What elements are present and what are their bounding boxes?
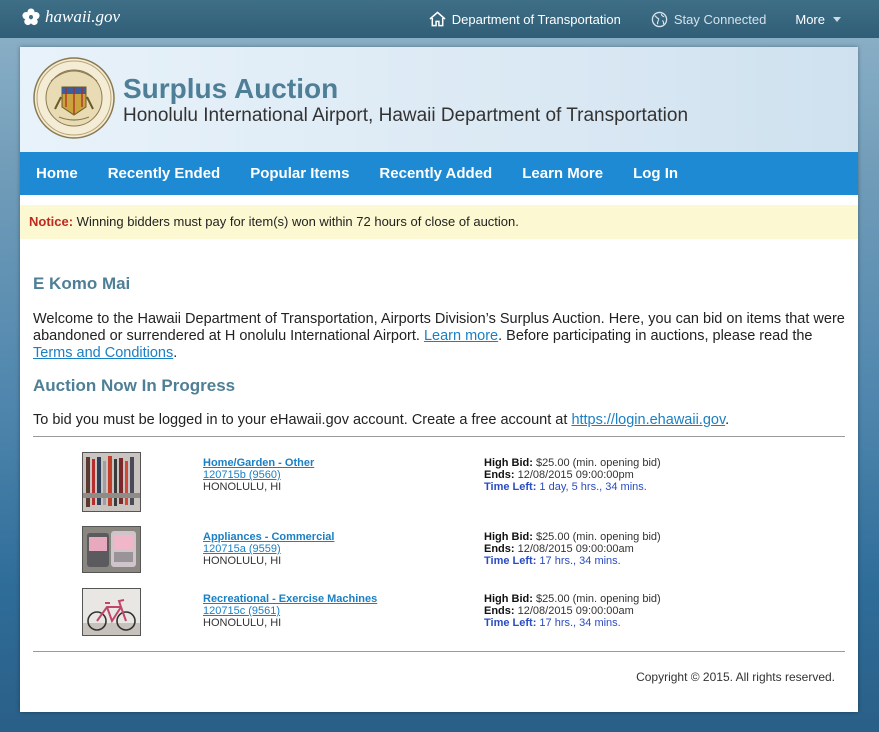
auction-text-part: . — [725, 412, 730, 428]
nav-home[interactable]: Home — [36, 165, 78, 182]
item-thumbnail[interactable] — [82, 588, 141, 636]
main-panel: Surplus Auction Honolulu International A… — [20, 47, 858, 712]
high-bid-label: High Bid: — [484, 531, 533, 543]
high-bid: High Bid: $25.00 (min. opening bid) — [484, 457, 661, 469]
notice-banner: Notice: Winning bidders must pay for ite… — [20, 205, 858, 239]
item-location: HONOLULU, HI — [203, 555, 282, 567]
state-seal-icon — [33, 57, 115, 139]
learn-more-link[interactable]: Learn more — [424, 328, 498, 344]
welcome-text-part: . Before participating in auctions, plea… — [498, 328, 813, 344]
site-title: Surplus Auction — [123, 73, 339, 104]
item-category-link[interactable]: Recreational - Exercise Machines — [203, 593, 377, 605]
ends: Ends: 12/08/2015 09:00:00am — [484, 605, 661, 617]
time-left-label: Time Left: — [484, 617, 537, 629]
main-nav: Home Recently Ended Popular Items Recent… — [20, 152, 858, 195]
divider — [33, 436, 845, 437]
notice-label: Notice: — [29, 214, 74, 229]
item-thumbnail[interactable] — [82, 452, 141, 512]
high-bid: High Bid: $25.00 (min. opening bid) — [484, 593, 661, 605]
high-bid-label: High Bid: — [484, 457, 533, 469]
ends-value: 12/08/2015 09:00:00am — [514, 605, 634, 617]
item-bid-info: High Bid: $25.00 (min. opening bid) Ends… — [484, 593, 661, 629]
welcome-text-part: . — [173, 345, 178, 361]
high-bid-value: $25.00 (min. opening bid) — [532, 593, 661, 605]
item-id-link[interactable]: 120715b (9560) — [203, 469, 314, 481]
top-nav: Department of Transportation Stay Connec… — [429, 0, 879, 38]
top-bar: hawaii.gov Department of Transportation … — [0, 0, 879, 38]
copyright: Copyright © 2015. All rights reserved. — [636, 670, 835, 684]
auction-heading: Auction Now In Progress — [33, 376, 236, 395]
item-location: HONOLULU, HI — [203, 617, 282, 629]
time-left: Time Left: 17 hrs., 34 mins. — [484, 617, 661, 629]
top-nav-label: Stay Connected — [673, 11, 767, 27]
appliances-image — [83, 527, 140, 572]
notice-text: Winning bidders must pay for item(s) won… — [73, 214, 519, 229]
tools-image — [83, 453, 140, 511]
hibiscus-icon — [22, 8, 40, 26]
time-left: Time Left: 17 hrs., 34 mins. — [484, 555, 661, 567]
item-category-link[interactable]: Home/Garden - Other — [203, 457, 314, 469]
welcome-text: Welcome to the Hawaii Department of Tran… — [33, 311, 845, 362]
high-bid: High Bid: $25.00 (min. opening bid) — [484, 531, 661, 543]
item-thumbnail[interactable] — [82, 526, 141, 573]
chevron-down-icon — [833, 16, 841, 22]
item-bid-info: High Bid: $25.00 (min. opening bid) Ends… — [484, 531, 661, 567]
nav-learn-more[interactable]: Learn More — [522, 165, 603, 182]
top-nav-more[interactable]: More — [795, 12, 841, 27]
globe-icon — [651, 11, 668, 27]
ends-label: Ends: — [484, 543, 515, 555]
ends-value: 12/08/2015 09:00:00am — [514, 543, 634, 555]
top-nav-transportation[interactable]: Department of Transportation — [429, 11, 621, 27]
terms-link[interactable]: Terms and Conditions — [33, 345, 173, 361]
item-category-link[interactable]: Appliances - Commercial — [203, 531, 334, 543]
item-location: HONOLULU, HI — [203, 481, 282, 493]
hawaii-gov-logo[interactable]: hawaii.gov — [22, 7, 120, 27]
ends-label: Ends: — [484, 469, 515, 481]
ends: Ends: 12/08/2015 09:00:00am — [484, 543, 661, 555]
site-header: Surplus Auction Honolulu International A… — [20, 47, 858, 152]
time-left-label: Time Left: — [484, 555, 537, 567]
nav-log-in[interactable]: Log In — [633, 165, 678, 182]
high-bid-value: $25.00 (min. opening bid) — [532, 457, 661, 469]
nav-recently-ended[interactable]: Recently Ended — [108, 165, 221, 182]
time-left-label: Time Left: — [484, 481, 537, 493]
ends-label: Ends: — [484, 605, 515, 617]
auction-item: Appliances - Commercial 120715a (9559) H… — [33, 525, 845, 587]
time-left-value: 17 hrs., 34 mins. — [536, 617, 621, 629]
nav-popular-items[interactable]: Popular Items — [250, 165, 349, 182]
top-nav-stay-connected[interactable]: Stay Connected — [651, 11, 767, 28]
divider — [33, 651, 845, 652]
auction-item: Home/Garden - Other 120715b (9560) HONOL… — [33, 451, 845, 513]
item-bid-info: High Bid: $25.00 (min. opening bid) Ends… — [484, 457, 661, 493]
top-nav-label: More — [795, 11, 825, 27]
bicycle-image — [83, 589, 140, 635]
auction-text: To bid you must be logged in to your eHa… — [33, 412, 729, 429]
time-left-value: 1 day, 5 hrs., 34 mins. — [536, 481, 647, 493]
high-bid-label: High Bid: — [484, 593, 533, 605]
time-left-value: 17 hrs., 34 mins. — [536, 555, 621, 567]
ends-value: 12/08/2015 09:00:00pm — [514, 469, 634, 481]
item-links: Recreational - Exercise Machines 120715c… — [203, 593, 377, 629]
item-links: Home/Garden - Other 120715b (9560) HONOL… — [203, 457, 314, 493]
home-icon — [429, 11, 446, 27]
item-links: Appliances - Commercial 120715a (9559) H… — [203, 531, 334, 567]
time-left: Time Left: 1 day, 5 hrs., 34 mins. — [484, 481, 661, 493]
ehawaii-login-link[interactable]: https://login.ehawaii.gov — [571, 412, 725, 428]
auction-text-part: To bid you must be logged in to your eHa… — [33, 412, 572, 428]
welcome-heading: E Komo Mai — [33, 274, 131, 293]
nav-recently-added[interactable]: Recently Added — [379, 165, 492, 182]
auction-item: Recreational - Exercise Machines 120715c… — [33, 587, 845, 649]
logo-text: hawaii.gov — [45, 7, 121, 26]
high-bid-value: $25.00 (min. opening bid) — [532, 531, 661, 543]
item-id-link[interactable]: 120715a (9559) — [203, 543, 334, 555]
ends: Ends: 12/08/2015 09:00:00pm — [484, 469, 661, 481]
item-id-link[interactable]: 120715c (9561) — [203, 605, 377, 617]
top-nav-label: Department of Transportation — [451, 11, 621, 27]
site-subtitle: Honolulu International Airport, Hawaii D… — [123, 105, 689, 126]
